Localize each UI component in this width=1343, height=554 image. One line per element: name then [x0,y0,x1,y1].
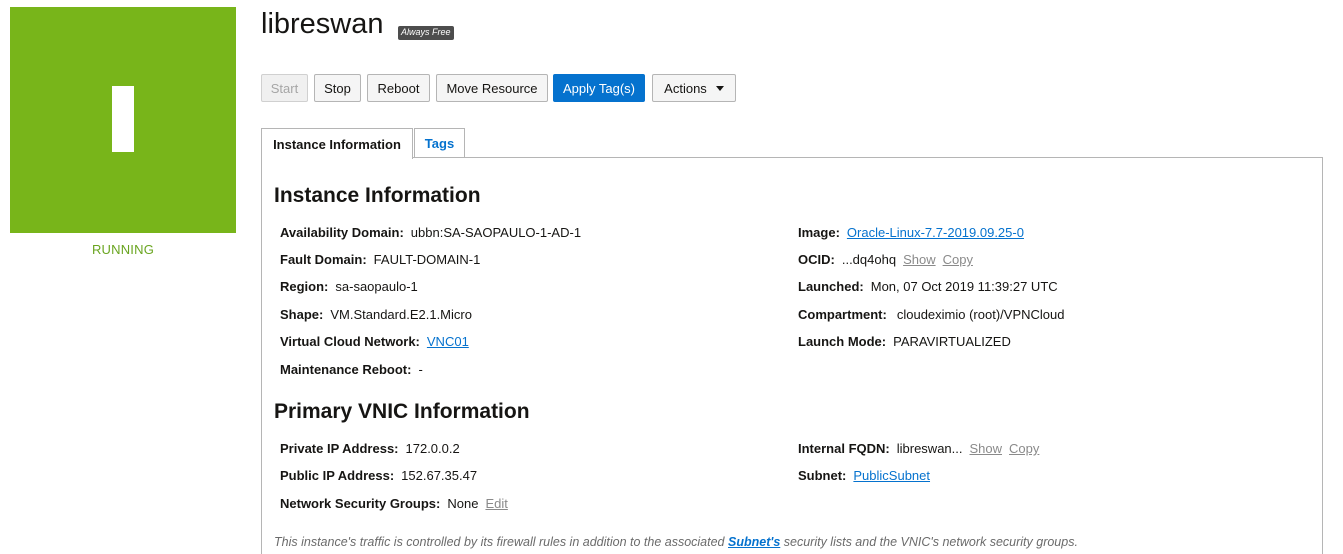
maintenance-reboot-row: Maintenance Reboot: - [280,362,423,377]
launched-row: Launched: Mon, 07 Oct 2019 11:39:27 UTC [798,279,1058,294]
actions-label: Actions [664,80,707,96]
firewall-footnote: This instance's traffic is controlled by… [274,535,1078,549]
vcn-link[interactable]: VNC01 [427,334,469,349]
availability-domain-row: Availability Domain: ubbn:SA-SAOPAULO-1-… [280,225,581,240]
instance-information-heading: Instance Information [274,184,481,207]
shape-row: Shape: VM.Standard.E2.1.Micro [280,307,472,322]
fault-domain-value: FAULT-DOMAIN-1 [373,252,481,267]
launched-value: Mon, 07 Oct 2019 11:39:27 UTC [870,279,1058,294]
nsg-label: Network Security Groups: [280,496,441,511]
ocid-show-link[interactable]: Show [903,252,936,267]
public-ip-value: 152.67.35.47 [401,468,478,483]
region-label: Region: [280,279,329,294]
always-free-badge: Always Free [398,26,454,40]
fqdn-row: Internal FQDN: libreswan... Show Copy [798,441,1039,456]
subnet-link[interactable]: PublicSubnet [853,468,930,483]
vcn-row: Virtual Cloud Network: VNC01 [280,334,469,349]
compartment-label: Compartment: [798,307,887,322]
availability-domain-label: Availability Domain: [280,225,404,240]
vnic-information-heading: Primary VNIC Information [274,400,530,423]
fault-domain-row: Fault Domain: FAULT-DOMAIN-1 [280,252,480,267]
tab-instance-information[interactable]: Instance Information [261,128,413,159]
ocid-value: ...dq4ohq [841,252,897,267]
maintenance-reboot-label: Maintenance Reboot: [280,362,412,377]
fqdn-label: Internal FQDN: [798,441,890,456]
shape-label: Shape: [280,307,324,322]
region-value: sa-saopaulo-1 [335,279,418,294]
fqdn-value: libreswan... [896,441,963,456]
region-row: Region: sa-saopaulo-1 [280,279,418,294]
tab-panel [261,157,1323,554]
tab-tags[interactable]: Tags [414,128,465,158]
move-resource-button[interactable]: Move Resource [436,74,548,102]
private-ip-row: Private IP Address: 172.0.0.2 [280,441,460,456]
fqdn-show-link[interactable]: Show [969,441,1002,456]
image-link[interactable]: Oracle-Linux-7.7-2019.09.25-0 [847,225,1024,240]
public-ip-row: Public IP Address: 152.67.35.47 [280,468,477,483]
launch-mode-row: Launch Mode: PARAVIRTUALIZED [798,334,1011,349]
maintenance-reboot-value: - [418,362,423,377]
compartment-value: cloudeximio (root)/VPNCloud [896,307,1065,322]
instance-letter-icon [112,86,134,152]
ocid-row: OCID: ...dq4ohq Show Copy [798,252,973,267]
private-ip-value: 172.0.0.2 [405,441,460,456]
nsg-row: Network Security Groups: None Edit [280,496,508,511]
instance-status-label: RUNNING [91,242,155,257]
subnet-label: Subnet: [798,468,847,483]
launch-mode-label: Launch Mode: [798,334,887,349]
availability-domain-value: ubbn:SA-SAOPAULO-1-AD-1 [410,225,582,240]
vcn-label: Virtual Cloud Network: [280,334,420,349]
actions-dropdown-button[interactable]: Actions [652,74,736,102]
nsg-edit-link[interactable]: Edit [485,496,507,511]
reboot-button[interactable]: Reboot [367,74,430,102]
ocid-copy-link[interactable]: Copy [943,252,973,267]
launched-label: Launched: [798,279,864,294]
shape-value: VM.Standard.E2.1.Micro [330,307,472,322]
compartment-row: Compartment: cloudeximio (root)/VPNCloud [798,307,1064,322]
page-title: libreswan [261,8,384,40]
launch-mode-value: PARAVIRTUALIZED [893,334,1011,349]
footnote-text-before: This instance's traffic is controlled by… [274,535,728,549]
start-button[interactable]: Start [261,74,308,102]
footnote-text-after: security lists and the VNIC's network se… [780,535,1078,549]
fault-domain-label: Fault Domain: [280,252,367,267]
image-label: Image: [798,225,840,240]
stop-button[interactable]: Stop [314,74,361,102]
private-ip-label: Private IP Address: [280,441,399,456]
fqdn-copy-link[interactable]: Copy [1009,441,1039,456]
chevron-down-icon [715,86,724,91]
footnote-subnet-link[interactable]: Subnet's [728,535,780,549]
nsg-value: None [447,496,479,511]
subnet-row: Subnet: PublicSubnet [798,468,930,483]
ocid-label: OCID: [798,252,835,267]
image-row: Image: Oracle-Linux-7.7-2019.09.25-0 [798,225,1024,240]
public-ip-label: Public IP Address: [280,468,395,483]
apply-tags-button[interactable]: Apply Tag(s) [553,74,645,102]
